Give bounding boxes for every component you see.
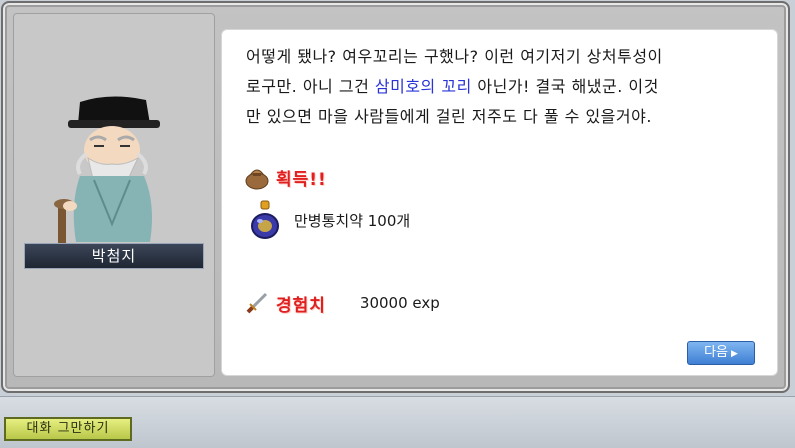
acquire-section: 획득!!: [244, 164, 327, 190]
sword-icon: [246, 292, 268, 314]
reward-item: 만병통치약 100개: [250, 200, 410, 240]
reward-item-name: 만병통치약 100개: [294, 211, 411, 230]
dialog-line-3: 만 있으면 마을 사람들에게 걸린 저주도 다 풀 수 있을거야.: [246, 107, 652, 126]
next-button-label: 다음: [704, 345, 728, 360]
bottom-bar: 대화 그만하기: [0, 396, 795, 448]
exp-section: 경험치 30000 exp: [244, 290, 440, 316]
end-chat-button[interactable]: 대화 그만하기: [4, 417, 132, 441]
npc-nameplate: 박첨지: [24, 243, 204, 269]
npc-dialog-window: 박첨지 어떻게 됐나? 여우꼬리는 구했나? 이런 여기저기 상처투성이 로구만…: [1, 1, 790, 393]
potion-icon: [251, 200, 279, 239]
dialog-line-1: 어떻게 됐나? 여우꼬리는 구했나? 이런 여기저기 상처투성이: [246, 47, 663, 66]
exp-label: 경험치: [276, 295, 326, 316]
bag-icon: [245, 169, 269, 190]
dialog-message: 어떻게 됐나? 여우꼬리는 구했나? 이런 여기저기 상처투성이 로구만. 아니…: [246, 42, 756, 132]
acquire-label: 획득!!: [276, 169, 327, 190]
npc-portrait: [54, 96, 160, 244]
dialog-text-box: 어떻게 됐나? 여우꼬리는 구했나? 이런 여기저기 상처투성이 로구만. 아니…: [221, 29, 778, 376]
dialog-line-2-end: 아닌가! 결국 해냈군. 이것: [471, 77, 659, 96]
next-button[interactable]: 다음 ▶: [687, 341, 755, 365]
dialog-line-2: 로구만. 아니 그건 삼미호의 꼬리 아닌가! 결국 해냈군. 이것: [246, 72, 756, 102]
npc-panel: 박첨지: [13, 13, 215, 377]
item-highlight: 삼미호의 꼬리: [374, 77, 472, 96]
exp-value: 30000 exp: [359, 294, 440, 312]
dialog-line-2-start: 로구만. 아니 그건: [246, 77, 375, 96]
arrow-right-icon: ▶: [731, 349, 738, 359]
